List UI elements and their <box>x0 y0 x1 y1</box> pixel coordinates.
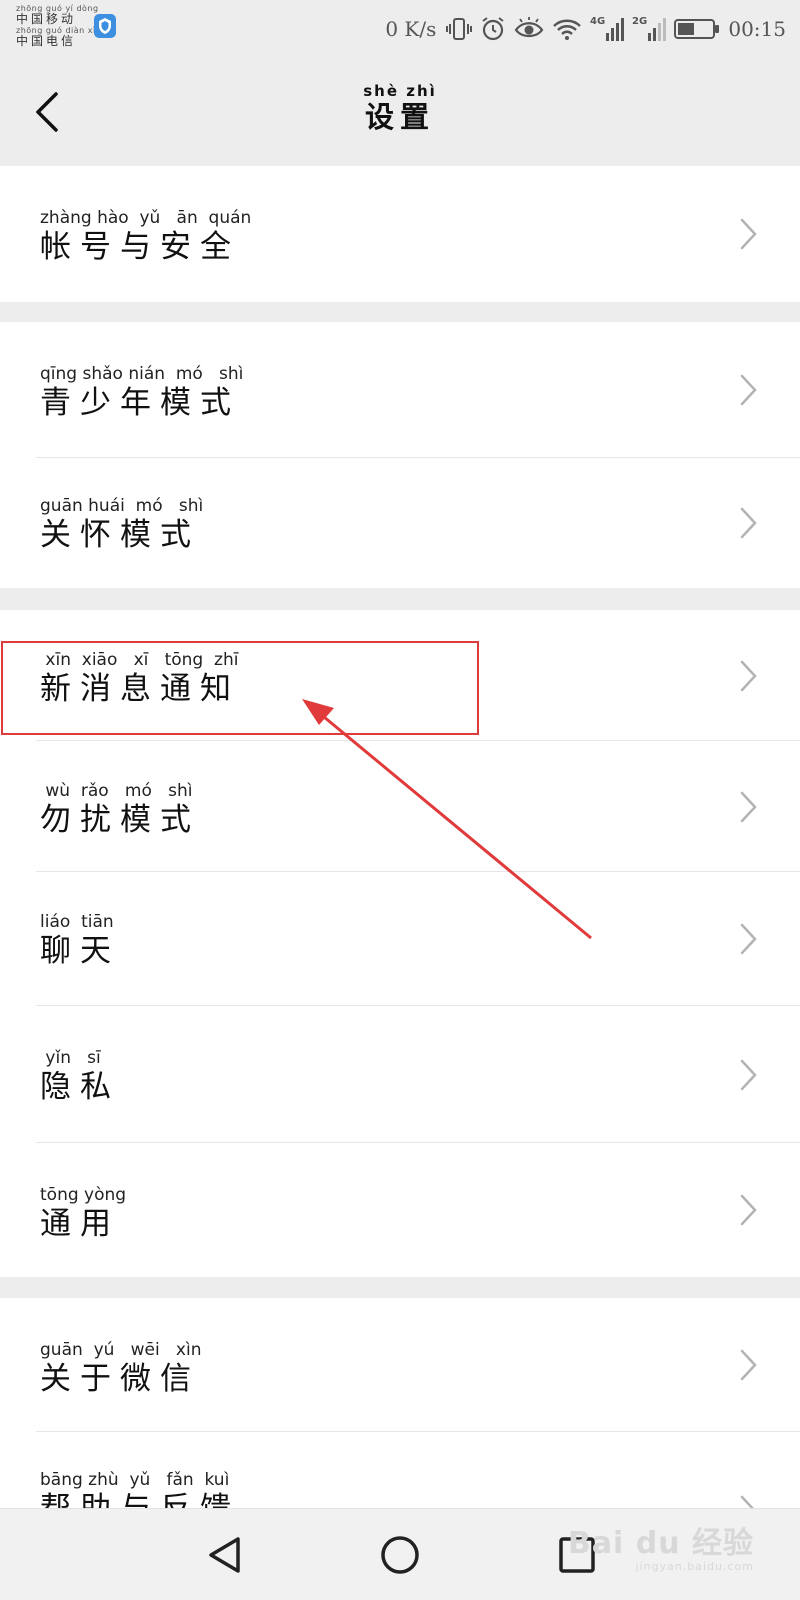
item-label: guān huái mó shì 关怀模式 <box>40 496 203 554</box>
vibrate-icon <box>446 16 473 42</box>
triangle-back-icon <box>209 1537 240 1573</box>
settings-group-modes: qīng shǎo nián mó shì 青少年模式 guān huái mó… <box>0 322 800 588</box>
clock: 00:15 <box>728 17 786 41</box>
back-button[interactable] <box>30 86 66 138</box>
item-text: 青少年模式 <box>40 385 240 421</box>
item-label: qīng shǎo nián mó shì 青少年模式 <box>40 364 243 422</box>
item-pinyin: qīng shǎo nián mó shì <box>40 364 244 384</box>
item-pinyin: guān yú wēi xìn <box>40 1340 202 1360</box>
settings-item-general[interactable]: tōng yòng 通用 <box>0 1143 800 1277</box>
settings-item-care-mode[interactable]: guān huái mó shì 关怀模式 <box>0 458 800 588</box>
chevron-right-icon <box>740 1349 757 1381</box>
nav-home-button[interactable] <box>376 1531 424 1579</box>
chevron-right-icon <box>740 507 757 539</box>
chevron-right-icon <box>740 791 757 822</box>
item-text: 隐私 <box>40 1069 120 1105</box>
watermark-sub: jingyan.baidu.com <box>635 1560 754 1573</box>
settings-item-privacy[interactable]: yǐn sī 隐私 <box>0 1006 800 1143</box>
signal-2g-icon: 2G <box>632 15 667 43</box>
chevron-right-icon <box>740 1059 757 1090</box>
item-label: zhàng hào yǔ ān quán 帐号与安全 <box>40 208 251 266</box>
item-pinyin: zhàng hào yǔ ān quán <box>40 208 252 228</box>
chevron-right-icon <box>740 374 757 406</box>
alarm-icon <box>480 16 506 42</box>
app-header: shè zhì 设置 <box>0 62 800 166</box>
item-pinyin: guān huái mó shì <box>40 496 204 516</box>
settings-item-do-not-disturb[interactable]: wù rǎo mó shì 勿扰模式 <box>0 741 800 872</box>
carrier-1-name: 中国移动 <box>16 12 77 26</box>
item-label: wù rǎo mó shì 勿扰模式 <box>40 781 200 839</box>
item-pinyin: bāng zhù yǔ fǎn kuì <box>40 1470 230 1490</box>
settings-item-account-security[interactable]: zhàng hào yǔ ān quán 帐号与安全 <box>0 166 800 302</box>
network-speed: 0 K/s <box>385 17 437 41</box>
page-title-text: 设置 <box>364 100 435 134</box>
chevron-left-icon <box>36 92 58 132</box>
item-pinyin: yǐn sī <box>40 1048 101 1068</box>
security-shield-icon <box>94 14 116 38</box>
settings-item-teen-mode[interactable]: qīng shǎo nián mó shì 青少年模式 <box>0 322 800 458</box>
item-text: 关怀模式 <box>40 517 200 553</box>
status-bar: zhōng guó yí dòng 中国移动 zhōng guó diàn xì… <box>0 0 800 62</box>
chevron-right-icon <box>740 1495 754 1508</box>
settings-item-help-feedback[interactable]: bāng zhù yǔ fǎn kuì 帮助与反馈 <box>0 1432 800 1508</box>
item-text: 帮助与反馈 <box>40 1490 240 1508</box>
page-title: shè zhì 设置 <box>330 82 470 134</box>
wifi-icon <box>552 17 582 41</box>
eye-comfort-icon <box>514 17 544 41</box>
item-pinyin: wù rǎo mó shì <box>40 781 193 801</box>
chevron-right-icon <box>740 1194 757 1226</box>
svg-text:4G: 4G <box>590 16 605 27</box>
item-label: guān yú wēi xìn 关于微信 <box>40 1340 201 1398</box>
page-title-pinyin: shè zhì <box>363 82 437 100</box>
carrier-info: zhōng guó yí dòng 中国移动 zhōng guó diàn xì… <box>16 4 101 48</box>
chevron-right-icon <box>740 218 757 250</box>
chevron-right-icon <box>740 660 757 691</box>
settings-group-account: zhàng hào yǔ ān quán 帐号与安全 <box>0 166 800 302</box>
svg-text:2G: 2G <box>632 16 647 27</box>
nav-back-button[interactable] <box>202 1531 250 1579</box>
item-text: 帐号与安全 <box>40 229 240 265</box>
item-label: liáo tiān 聊天 <box>40 912 120 970</box>
battery-icon <box>674 17 720 41</box>
item-text: 聊天 <box>40 933 120 969</box>
circle-home-icon <box>381 1536 419 1574</box>
status-icons: 0 K/s 4G 2G 00:15 <box>385 14 786 44</box>
item-label: yǐn sī 隐私 <box>40 1048 120 1106</box>
system-nav-bar: Bai du 经验 jingyan.baidu.com <box>0 1508 800 1600</box>
carrier-2-name: 中国电信 <box>16 34 77 48</box>
item-pinyin: tōng yòng <box>40 1185 127 1205</box>
item-pinyin: liáo tiān <box>40 912 114 932</box>
item-text: 勿扰模式 <box>40 802 200 838</box>
settings-group-about: guān yú wēi xìn 关于微信 bāng zhù yǔ fǎn kuì… <box>0 1298 800 1508</box>
item-text: 关于微信 <box>40 1361 200 1397</box>
chevron-right-icon <box>740 923 757 955</box>
item-text: 通用 <box>40 1206 120 1242</box>
item-label: bāng zhù yǔ fǎn kuì 帮助与反馈 <box>40 1470 240 1508</box>
highlight-box <box>1 641 479 735</box>
settings-item-chat[interactable]: liáo tiān 聊天 <box>0 872 800 1006</box>
settings-item-about-wechat[interactable]: guān yú wēi xìn 关于微信 <box>0 1298 800 1432</box>
item-label: tōng yòng 通用 <box>40 1185 126 1243</box>
baidu-jingyan-watermark: Bai du 经验 jingyan.baidu.com <box>568 1527 754 1573</box>
watermark-main: Bai du 经验 <box>567 1526 754 1561</box>
signal-4g-icon: 4G <box>590 15 625 43</box>
